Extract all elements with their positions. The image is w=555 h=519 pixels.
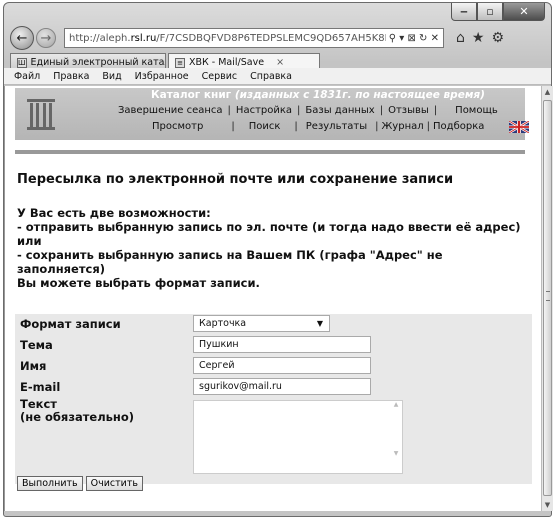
second-nav-row: Просмотр | Поиск | Результаты | Журнал | Под…	[147, 121, 487, 132]
top-nav-row: Завершение сеанса | Настройка | Базы данны…	[113, 105, 503, 116]
format-select[interactable]: Карточка ▼	[193, 315, 330, 332]
address-bar-icons[interactable]: ⚲ ▾ ⊠ ↻ ✕	[389, 33, 439, 44]
address-bar[interactable]: http://aleph.rsl.ru/F/7CSDBQFVD8P6TEDPSL…	[64, 28, 444, 48]
nav-browse[interactable]: Просмотр	[147, 121, 231, 132]
format-label: Формат записи	[20, 316, 121, 331]
window-controls: ‒ ▫ ✕	[451, 3, 545, 21]
library-columns-logo	[27, 99, 55, 130]
email-label: E-mail	[20, 379, 61, 394]
close-window-button[interactable]: ✕	[503, 3, 545, 21]
subject-label: Тема	[20, 337, 53, 352]
menu-help[interactable]: Справка	[250, 71, 292, 82]
intro-line: - сохранить выбранную запись на Вашем ПК…	[17, 248, 443, 276]
intro-line: Вы можете выбрать формат записи.	[17, 276, 260, 290]
nav-selection[interactable]: Подборка	[430, 121, 487, 132]
intro-line: - отправить выбранную запись по эл. почт…	[17, 220, 521, 248]
page-content: Каталог книг (изданных с 1831г. по насто…	[4, 86, 541, 511]
catalog-banner: Каталог книг (изданных с 1831г. по насто…	[15, 88, 529, 140]
textarea-scrollbar[interactable]: ▲ ▼	[390, 401, 402, 473]
message-textarea[interactable]: ▲ ▼	[193, 400, 403, 474]
name-input[interactable]: Сергей	[193, 357, 371, 374]
nav-journal[interactable]: Журнал	[379, 121, 427, 132]
name-label: Имя	[20, 358, 47, 373]
arrow-right-icon: →	[40, 30, 52, 46]
menu-view[interactable]: Вид	[102, 71, 121, 82]
subject-input[interactable]: Пушкин	[193, 336, 371, 353]
back-button[interactable]: ←	[10, 26, 34, 50]
menu-edit[interactable]: Правка	[53, 71, 89, 82]
page-icon: Ш	[17, 57, 27, 68]
menu-file[interactable]: Файл	[14, 71, 40, 82]
text-label: Текст (не обязательно)	[15, 398, 193, 424]
settings-gear-icon[interactable]: ⚙	[491, 30, 504, 46]
page-title: Пересылка по электронной почте или сохра…	[17, 172, 454, 187]
chevron-down-icon: ▼	[316, 319, 323, 328]
navigation-bar: ← → http://aleph.rsl.ru/F/7CSDBQFVD8P6TE…	[10, 25, 545, 51]
form-buttons: Выполнить Очистить	[17, 476, 143, 491]
format-row: Формат записи Карточка ▼	[15, 315, 532, 332]
intro-text: У Вас есть две возможности: - отправить …	[17, 206, 527, 290]
address-url: http://aleph.rsl.ru/F/7CSDBQFVD8P6TEDPSL…	[69, 32, 386, 44]
browser-toolbar-icons: ⌂ ★ ⚙	[456, 30, 504, 46]
home-icon[interactable]: ⌂	[456, 30, 465, 46]
minimize-button[interactable]: ‒	[451, 3, 477, 21]
nav-search[interactable]: Поиск	[235, 121, 295, 132]
menu-tools[interactable]: Сервис	[202, 71, 238, 82]
subject-row: Тема Пушкин	[15, 336, 532, 353]
email-input[interactable]: sgurikov@mail.ru	[193, 378, 371, 395]
scroll-up-icon[interactable]: ▲	[542, 86, 553, 98]
scroll-thumb[interactable]	[543, 100, 552, 496]
catalog-title-text: Каталог книг	[151, 89, 232, 101]
uk-flag-icon[interactable]	[509, 121, 529, 133]
catalog-subtitle: (изданных с 1831г. по настоящее время)	[234, 89, 485, 101]
intro-line: У Вас есть две возможности:	[17, 206, 211, 220]
menu-favorites[interactable]: Избранное	[135, 71, 189, 82]
submit-button[interactable]: Выполнить	[17, 476, 83, 491]
nav-feedback[interactable]: Отзывы	[383, 105, 434, 116]
nav-settings[interactable]: Настройка	[231, 105, 297, 116]
forward-button[interactable]: →	[36, 28, 56, 48]
menu-bar: Файл Правка Вид Избранное Сервис Справка	[4, 68, 551, 85]
format-selected-value: Карточка	[199, 318, 247, 329]
clear-button[interactable]: Очистить	[85, 476, 143, 491]
nav-databases[interactable]: Базы данных	[300, 105, 379, 116]
nav-help[interactable]: Помощь	[437, 105, 503, 116]
favorites-star-icon[interactable]: ★	[472, 30, 485, 46]
catalog-title: Каталог книг (изданных с 1831г. по насто…	[111, 89, 525, 101]
divider-rule	[15, 150, 525, 154]
text-label-note: (не обязательно)	[20, 410, 135, 424]
scroll-down-icon[interactable]: ▼	[542, 499, 553, 511]
nav-results[interactable]: Результаты	[298, 121, 375, 132]
page-icon: ≡	[175, 57, 185, 68]
nav-logout[interactable]: Завершение сеанса	[113, 105, 228, 116]
page-scrollbar[interactable]: ▲ ▼	[541, 86, 553, 511]
name-row: Имя Сергей	[15, 357, 532, 374]
arrow-left-icon: ←	[16, 30, 28, 46]
maximize-button[interactable]: ▫	[477, 3, 503, 21]
email-row: E-mail sgurikov@mail.ru	[15, 378, 532, 395]
mail-save-form: Формат записи Карточка ▼ Тема Пушкин Имя…	[15, 314, 532, 484]
